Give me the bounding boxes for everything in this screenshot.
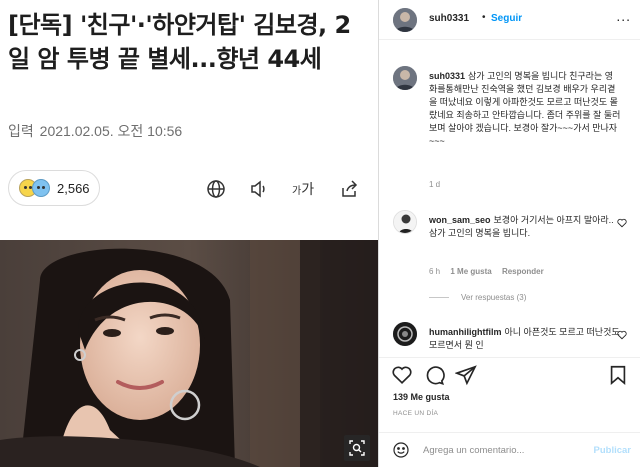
reaction-button[interactable]: 2,566 xyxy=(8,170,100,206)
view-replies-button[interactable]: Ver respuestas (3) xyxy=(429,293,526,302)
caption-time[interactable]: 1 d xyxy=(429,180,440,189)
font-size-big-label: 가 xyxy=(301,182,315,198)
comment-text: won_sam_seo 보경아 거기서는 아프지 말아라.. 삼가 고인의 명복을… xyxy=(429,214,621,240)
caption-meta: 1 d xyxy=(429,180,448,189)
caption-username[interactable]: suh0331 xyxy=(429,71,465,81)
post-username[interactable]: suh0331 xyxy=(429,13,469,24)
avatar[interactable] xyxy=(393,322,417,346)
view-replies-label: Ver respuestas (3) xyxy=(461,293,527,302)
reaction-count: 2,566 xyxy=(57,180,90,196)
share-direct-icon[interactable] xyxy=(455,364,477,386)
article-toolbar: 2,566 가가 xyxy=(0,160,378,216)
add-comment-bar: Publicar xyxy=(379,432,640,467)
date-value: 2021.02.05. 오전 10:56 xyxy=(39,123,183,139)
like-comment-icon[interactable] xyxy=(617,218,627,228)
comment-input[interactable] xyxy=(423,441,583,459)
shocked-face-icon xyxy=(32,179,50,197)
zoom-button[interactable] xyxy=(344,435,370,461)
instagram-panel: suh0331 • Seguir ... suh0331 삼가 고인의 명복을 빕… xyxy=(378,0,640,467)
likes-count[interactable]: 139 Me gusta xyxy=(393,392,450,402)
avatar[interactable] xyxy=(393,210,417,234)
share-icon[interactable] xyxy=(338,178,360,200)
comments-section: suh0331 삼가 고인의 명복을 빕니다 친구라는 영화를통해만난 진숙역을 … xyxy=(379,44,640,356)
like-heart-icon[interactable] xyxy=(391,364,413,386)
actress-portrait-image xyxy=(0,240,378,467)
globe-icon[interactable] xyxy=(205,178,227,200)
article-headline: [단독] '친구'·'하얀거탑' 김보경, 2일 암 투병 끝 별세...향년 … xyxy=(8,11,351,73)
save-bookmark-icon[interactable] xyxy=(607,364,629,386)
caption-text: suh0331 삼가 고인의 명복을 빕니다 친구라는 영화를통해만난 진숙역을 … xyxy=(429,70,621,148)
avatar[interactable] xyxy=(393,8,417,32)
post-actions xyxy=(379,357,640,389)
font-size-icon[interactable]: 가가 xyxy=(292,178,314,200)
zoom-icon xyxy=(349,440,365,456)
caption-content: 삼가 고인의 명복을 빕니다 친구라는 영화를통해만난 진숙역을 했던 김보경 … xyxy=(429,71,621,146)
reply-button[interactable]: Responder xyxy=(502,267,544,276)
emoji-icon[interactable] xyxy=(393,442,409,458)
comment-time[interactable]: 6 h xyxy=(429,267,440,276)
comment-likes[interactable]: 1 Me gusta xyxy=(450,267,491,276)
post-timestamp: HACE UN DÍA xyxy=(393,410,439,417)
comment-username[interactable]: humanhilightfilm xyxy=(429,327,502,337)
separator-dot: • xyxy=(482,12,486,23)
post-header: suh0331 • Seguir ... xyxy=(379,0,640,40)
date-label: 입력 xyxy=(8,123,34,139)
follow-button[interactable]: Seguir xyxy=(491,13,522,24)
article-date: 입력 2021.02.05. 오전 10:56 xyxy=(8,121,182,141)
more-options-icon[interactable]: ... xyxy=(616,8,631,24)
like-comment-icon[interactable] xyxy=(617,330,627,340)
replies-divider xyxy=(429,297,449,298)
font-size-small-label: 가 xyxy=(292,185,302,197)
comment-icon[interactable] xyxy=(423,364,445,386)
comment-text: humanhilightfilm 아니 아픈것도 모르고 떠난것도 모르면서 뭔 … xyxy=(429,326,621,352)
comment-meta: 6 h 1 Me gusta Responder xyxy=(429,267,552,276)
comment-username[interactable]: won_sam_seo xyxy=(429,215,491,225)
publish-button[interactable]: Publicar xyxy=(594,445,632,456)
audio-icon[interactable] xyxy=(248,178,270,200)
article-photo xyxy=(0,240,378,467)
news-article: [단독] '친구'·'하얀거탑' 김보경, 2일 암 투병 끝 별세...향년 … xyxy=(0,0,378,467)
avatar[interactable] xyxy=(393,66,417,90)
